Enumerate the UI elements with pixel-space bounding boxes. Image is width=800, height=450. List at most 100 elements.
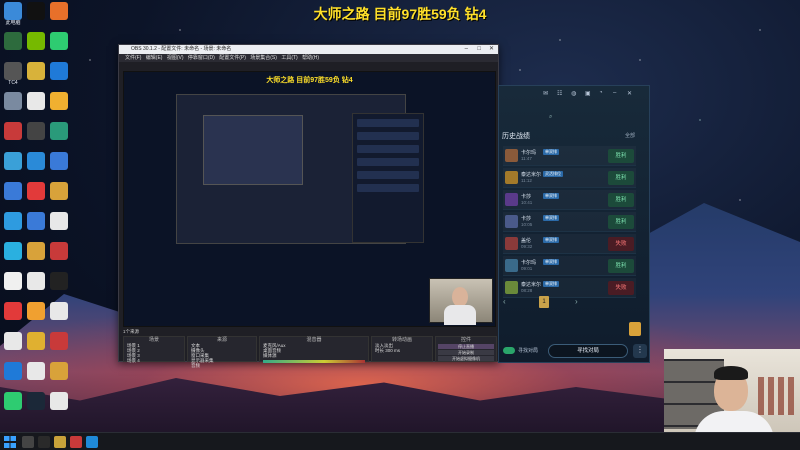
desktop-icon[interactable] [48,152,70,170]
desktop-icon[interactable] [25,242,47,260]
desktop-icon[interactable] [48,362,70,380]
desktop-icon[interactable] [25,362,47,380]
desktop-icon[interactable] [25,62,47,80]
desktop-icon[interactable] [2,182,24,200]
mixer-list[interactable]: 麦克风/Aux 桌面音频 媒体源 [260,343,368,363]
match-row[interactable]: 卡尔玛 单双排 11:47 胜利 [503,146,636,166]
match-pager[interactable]: ‹ 1 › [503,296,643,308]
desktop-icon[interactable] [2,122,24,140]
scenes-dock[interactable]: 场景 场景 1 场景 2 场景 3 场景 4 [123,336,185,363]
desktop-icon[interactable] [48,32,70,50]
client-footer[interactable]: 寻找对局 寻找对局 ⋮ [503,342,647,360]
side-flag-icon[interactable] [629,322,641,336]
match-row[interactable]: 盖伦 单双排 09:32 失败 [503,234,636,254]
scene-item[interactable]: 场景 4 [124,358,184,363]
desktop-icon[interactable] [48,302,70,320]
find-match-toggle[interactable] [503,347,515,354]
control-button[interactable]: 开始虚拟摄像机 [438,356,494,361]
maximize-icon[interactable]: □ [477,45,481,54]
obs-preview-canvas[interactable]: 大师之路 目前97胜59负 钻4 [123,71,496,327]
transitions-list[interactable]: 淡入淡出 时长 300 ms [372,343,432,353]
desktop-icon[interactable] [48,212,70,230]
transition-item[interactable]: 时长 300 ms [372,348,432,353]
desktop-icon[interactable] [2,332,24,350]
browser-icon[interactable] [70,436,82,448]
desktop-icon[interactable]: TC4 [2,62,24,86]
desktop-icon[interactable] [25,122,47,140]
game-client-icon[interactable] [54,436,66,448]
desktop-icon[interactable] [2,272,24,290]
mixer-dock[interactable]: 混音器 麦克风/Aux 桌面音频 媒体源 [259,336,369,363]
desktop-icon[interactable] [2,152,24,170]
desktop-icon[interactable] [48,62,70,80]
desktop-icon[interactable] [48,272,70,290]
match-champion-name: 泰达米尔 [521,282,542,288]
prev-page-icon[interactable]: ‹ [503,297,506,306]
desktop-icon[interactable] [25,302,47,320]
game-client-panel[interactable]: ✉ ☷ ◍ ▣ ◔ – ✕ ⌕ 历史战绩 全部 卡尔玛 单双排 11:47 胜利 泰达米尔 灵活排位 1… [498,85,650,363]
mail-icon[interactable]: ✉ [543,90,548,97]
desktop-icon[interactable] [25,152,47,170]
controls-list[interactable]: 停止直播 开始录制 开始虚拟摄像机 [436,344,496,361]
client-nav-bar[interactable]: ✉ ☷ ◍ ▣ ◔ – ✕ [499,86,649,102]
desktop-icon[interactable] [25,332,47,350]
desktop-icon[interactable] [2,302,24,320]
minimize-icon[interactable]: – [613,90,616,96]
globe-icon[interactable]: ◍ [571,90,576,97]
desktop-icon[interactable] [2,392,24,410]
search-icon[interactable] [22,436,34,448]
wallet-icon[interactable]: ▣ [585,90,591,97]
close-icon[interactable]: ✕ [627,90,632,97]
desktop-icon[interactable] [48,92,70,110]
scenes-list[interactable]: 场景 1 场景 2 场景 3 场景 4 [124,343,184,363]
desktop-icon[interactable] [25,92,47,110]
obs-titlebar[interactable]: OBS 30.1.2 - 配置文件: 未命名 - 场景: 未命名 – □ ✕ [119,45,498,54]
taskbar[interactable] [0,432,800,450]
control-button[interactable]: 开始录制 [438,350,494,355]
desktop-icon[interactable] [2,212,24,230]
next-page-icon[interactable]: › [575,297,578,306]
transitions-dock[interactable]: 转场动画 淡入淡出 时长 300 ms [371,336,433,362]
notification-icon[interactable]: ◔ [599,90,603,96]
match-row[interactable]: 泰达米尔 单双排 08:28 失败 [503,278,636,298]
desktop-icon[interactable] [48,122,70,140]
desktop-icon[interactable] [2,362,24,380]
mixer-meter[interactable] [263,360,365,363]
control-button[interactable]: 停止直播 [438,344,494,349]
current-page[interactable]: 1 [539,296,549,308]
obs-window[interactable]: OBS 30.1.2 - 配置文件: 未命名 - 场景: 未命名 – □ ✕ 文… [118,44,499,368]
desktop-icon[interactable] [25,272,47,290]
desktop-icon[interactable] [25,182,47,200]
desktop-icon[interactable] [48,332,70,350]
obs-menubar[interactable]: 文件(F) 编辑(E) 视图(V) 停靠窗口(D) 配置文件(P) 场景集合(S… [119,54,498,62]
desktop-icon[interactable] [48,392,70,410]
desktop-icon[interactable] [25,392,47,410]
source-item[interactable]: 音频 [188,363,256,368]
desktop-icon[interactable] [48,242,70,260]
minimize-icon[interactable]: – [465,45,468,54]
edge-icon[interactable] [86,436,98,448]
webcam-hair [714,366,748,380]
windows-start-icon[interactable] [4,436,16,448]
search-icon[interactable]: ⌕ [549,114,552,121]
controls-dock[interactable]: 控件 停止直播 开始录制 开始虚拟摄像机 [435,336,497,362]
desktop-icon[interactable] [48,182,70,200]
sources-list[interactable]: 文本 摄像头 窗口采集 显示器采集 音频 [188,343,256,368]
match-row[interactable]: 卡莎 单双排 10:41 胜利 [503,190,636,210]
match-row[interactable]: 泰达米尔 灵活排位 11:12 胜利 [503,168,636,188]
obs-icon[interactable] [38,436,50,448]
desktop-icon[interactable] [2,92,24,110]
desktop-icon[interactable] [25,32,47,50]
sources-dock[interactable]: 来源 文本 摄像头 窗口采集 显示器采集 音频 [187,336,257,368]
desktop-icon[interactable] [2,32,24,50]
match-row[interactable]: 卡尔玛 单双排 09:01 胜利 [503,256,636,276]
find-match-button[interactable]: 寻找对局 [548,344,628,358]
more-options-button[interactable]: ⋮ [633,344,647,358]
match-row[interactable]: 卡莎 单双排 10:05 胜利 [503,212,636,232]
desktop-icon[interactable] [2,242,24,260]
match-history-list[interactable]: 卡尔玛 单双排 11:47 胜利 泰达米尔 灵活排位 11:12 胜利 卡莎 单双排 10:41 胜利… [503,146,636,300]
close-icon[interactable]: ✕ [489,45,494,54]
group-icon[interactable]: ☷ [557,90,562,97]
desktop-icon[interactable] [25,212,47,230]
match-history-link[interactable]: 全部 [625,132,635,139]
